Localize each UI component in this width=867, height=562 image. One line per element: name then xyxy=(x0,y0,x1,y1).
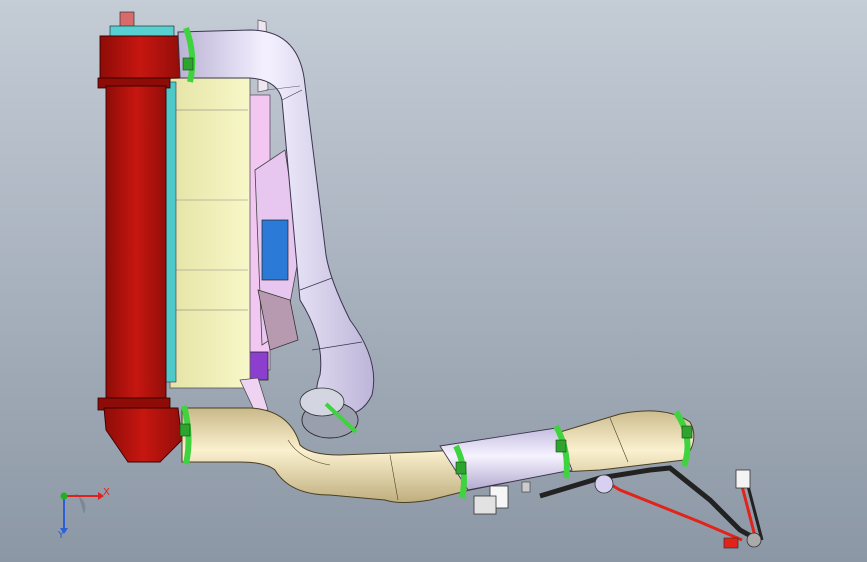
radiator-cap xyxy=(119,11,135,29)
model-canvas[interactable] xyxy=(0,0,867,562)
harness-connector xyxy=(735,469,751,489)
fan-motor xyxy=(261,219,289,281)
triad-z-axis xyxy=(60,492,68,500)
cad-viewport[interactable]: X Y xyxy=(0,0,867,562)
radiator-top-tank xyxy=(99,35,181,81)
triad-x-label: X xyxy=(103,487,110,498)
triad-y-label: Y xyxy=(58,530,65,541)
radiator-side-tank xyxy=(105,85,167,401)
fan-shroud xyxy=(169,77,251,389)
grommet xyxy=(594,474,614,494)
